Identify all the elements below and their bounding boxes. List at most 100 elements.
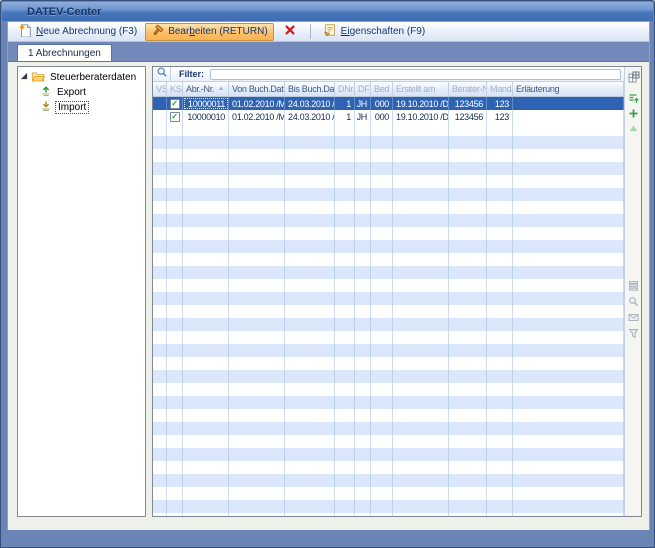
empty-cell — [393, 357, 449, 370]
empty-cell — [393, 383, 449, 396]
column-header-erstellt[interactable]: Erstellt am — [393, 82, 449, 96]
empty-cell — [449, 175, 487, 188]
column-header-bed[interactable]: Bed — [371, 82, 393, 96]
cell-erstellt: 19.10.2010 /Di — [393, 110, 449, 123]
empty-cell — [487, 474, 513, 487]
column-header-vs[interactable]: VS — [153, 82, 167, 96]
empty-cell — [393, 448, 449, 461]
expander-icon[interactable] — [20, 72, 28, 83]
empty-cell — [153, 474, 167, 487]
empty-cell — [285, 500, 335, 513]
magnifier-cell[interactable] — [153, 67, 171, 81]
column-header-mandant[interactable]: Mandan — [487, 82, 513, 96]
empty-cell — [371, 292, 393, 305]
empty-cell — [355, 123, 371, 136]
mail-icon[interactable] — [627, 311, 640, 324]
empty-row — [153, 396, 624, 409]
titlebar[interactable]: DATEV-Center — [2, 2, 653, 21]
add-row-icon[interactable] — [627, 107, 640, 120]
table-row[interactable]: ✓1000001101.02.2010 /Mo24.03.2010 /Mi1JH… — [153, 97, 624, 110]
empty-cell — [513, 383, 624, 396]
new-abrechnung-button[interactable]: Neue Abrechnung (F3) — [12, 23, 143, 41]
empty-cell — [371, 149, 393, 162]
column-header-erl[interactable]: Erläuterung — [513, 82, 624, 96]
cell-ks[interactable]: ✓ — [167, 97, 183, 110]
column-chooser-icon[interactable] — [627, 70, 640, 83]
main-area: Neue Abrechnung (F3) Bearbeiten (RETURN)… — [7, 21, 650, 530]
column-header-abr[interactable]: Abr.-Nr.▲ — [183, 82, 229, 96]
empty-cell — [229, 435, 285, 448]
empty-cell — [371, 214, 393, 227]
column-header-berater[interactable]: Berater-Nr. — [449, 82, 487, 96]
tree-node-import[interactable]: Import — [20, 100, 143, 115]
empty-cell — [183, 422, 229, 435]
tree-node-steuerberaterdaten[interactable]: Steuerberaterdaten — [20, 70, 143, 85]
empty-cell — [167, 188, 183, 201]
empty-cell — [393, 227, 449, 240]
empty-cell — [153, 370, 167, 383]
funnel-icon[interactable] — [627, 327, 640, 340]
empty-cell — [229, 149, 285, 162]
empty-cell — [153, 201, 167, 214]
tab-abrechnungen[interactable]: 1 Abrechnungen — [17, 44, 112, 61]
column-header-df[interactable]: DF — [355, 82, 371, 96]
cell-ks[interactable]: ✓ — [167, 110, 183, 123]
empty-cell — [167, 149, 183, 162]
column-header-von[interactable]: Von Buch.Datum — [229, 82, 285, 96]
empty-cell — [513, 305, 624, 318]
empty-cell — [167, 357, 183, 370]
empty-cell — [153, 188, 167, 201]
empty-cell — [153, 123, 167, 136]
empty-cell — [167, 396, 183, 409]
eigenschaften-button[interactable]: Eigenschaften (F9) — [317, 23, 432, 41]
empty-cell — [449, 500, 487, 513]
cell-erl — [513, 110, 624, 123]
empty-cell — [449, 448, 487, 461]
empty-cell — [229, 253, 285, 266]
table-row[interactable]: ✓1000001001.02.2010 /Mo24.03.2010 /Mi1JH… — [153, 110, 624, 123]
empty-cell — [183, 136, 229, 149]
column-header-bis[interactable]: Bis Buch.Datum — [285, 82, 335, 96]
checkbox[interactable]: ✓ — [170, 112, 180, 122]
empty-cell — [513, 487, 624, 500]
empty-cell — [153, 513, 167, 516]
empty-cell — [229, 175, 285, 188]
cell-berater: 123456 — [449, 110, 487, 123]
empty-cell — [487, 279, 513, 292]
bearbeiten-button[interactable]: Bearbeiten (RETURN) — [145, 23, 273, 41]
empty-cell — [183, 305, 229, 318]
empty-cell — [153, 162, 167, 175]
magnifier-icon[interactable] — [627, 295, 640, 308]
column-header-dnr[interactable]: DNr. — [335, 82, 355, 96]
tree-node-export[interactable]: Export — [20, 85, 143, 100]
filter-input[interactable] — [210, 69, 621, 80]
empty-cell — [167, 448, 183, 461]
scroll-up-icon[interactable] — [627, 122, 640, 135]
jump-top-icon[interactable] — [627, 92, 640, 105]
empty-cell — [167, 331, 183, 344]
empty-cell — [355, 435, 371, 448]
column-header-ks[interactable]: KS — [167, 82, 183, 96]
empty-cell — [183, 461, 229, 474]
empty-row — [153, 149, 624, 162]
datev-center-window: DATEV-Center Neue Abrechnung (F3) Bearbe… — [0, 0, 655, 548]
empty-cell — [335, 175, 355, 188]
empty-cell — [183, 435, 229, 448]
layers-icon[interactable] — [627, 279, 640, 292]
empty-cell — [153, 240, 167, 253]
empty-cell — [355, 253, 371, 266]
empty-cell — [229, 201, 285, 214]
delete-button[interactable] — [276, 23, 304, 41]
empty-row — [153, 227, 624, 240]
empty-row — [153, 513, 624, 516]
empty-cell — [229, 318, 285, 331]
empty-cell — [449, 266, 487, 279]
empty-row — [153, 214, 624, 227]
empty-cell — [183, 188, 229, 201]
empty-cell — [285, 513, 335, 516]
abrechnungen-table: Filter: VSKSAbr.-Nr.▲Von Buch.DatumBis B… — [152, 66, 642, 517]
empty-cell — [285, 305, 335, 318]
empty-cell — [371, 435, 393, 448]
cell-erl — [513, 97, 624, 110]
checkbox[interactable]: ✓ — [170, 99, 180, 109]
